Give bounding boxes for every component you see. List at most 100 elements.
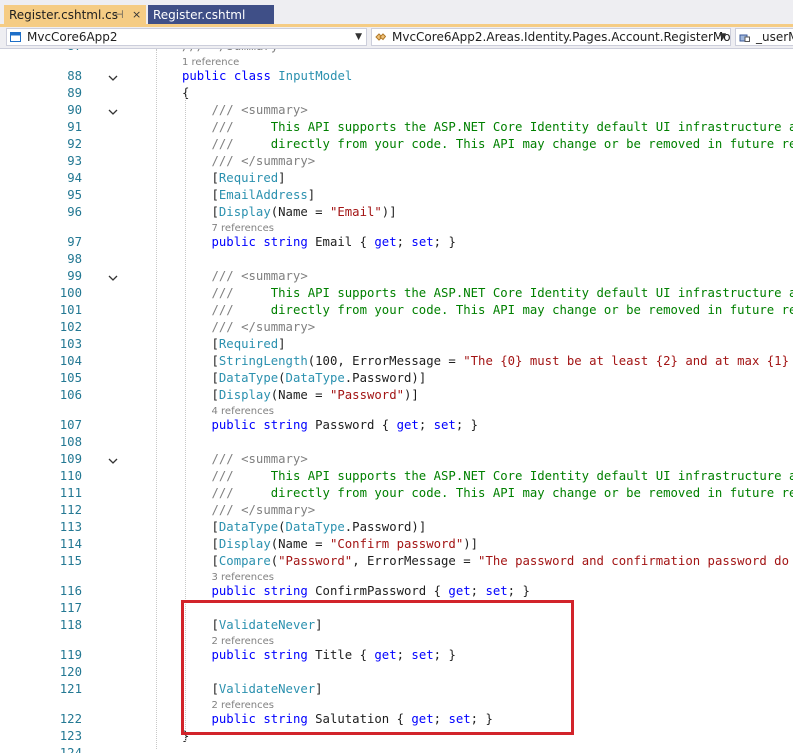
code-line: /// This API supports the ASP.NET Core I…	[212, 469, 793, 483]
code-line: /// This API supports the ASP.NET Core I…	[212, 120, 793, 134]
code-token: "Password"	[278, 554, 353, 568]
code-token: ]	[278, 171, 286, 185]
codelens-reference-count[interactable]: 1 reference	[182, 57, 239, 68]
code-token: ConfirmPassword {	[307, 584, 449, 598]
code-token: [	[211, 388, 219, 402]
codelens-reference-count[interactable]: 4 references	[212, 406, 275, 417]
member-name: _userMa	[756, 30, 793, 44]
line-number: 112	[59, 503, 82, 517]
navigation-bar: MvcCore6App2 ▼ MvcCore6App2.Areas.Identi…	[0, 27, 793, 49]
line-number: 110	[59, 469, 82, 483]
code-line: /// directly from your code. This API ma…	[212, 486, 793, 500]
code-token: Display	[218, 205, 271, 219]
line-number: 96	[67, 205, 82, 219]
code-token: directly from your code. This API may ch…	[233, 137, 793, 151]
code-token: [	[211, 520, 219, 534]
code-token: )]	[381, 205, 397, 219]
code-token: /// </summary>	[211, 503, 316, 517]
code-line: public string Email { get; set; }	[212, 235, 456, 249]
line-number: 124	[59, 746, 82, 753]
code-token: [	[211, 537, 219, 551]
fold-chevron-icon[interactable]	[108, 107, 118, 117]
code-token: (Name =	[270, 388, 330, 402]
code-token: string	[263, 235, 308, 249]
type-name: MvcCore6App2.Areas.Identity.Pages.Accoun…	[392, 30, 731, 44]
code-token: ///	[211, 469, 234, 483]
line-number: 102	[59, 320, 82, 334]
code-token: ;	[418, 418, 434, 432]
member-dropdown[interactable]: _userMa	[735, 28, 793, 46]
line-number: 119	[59, 648, 82, 662]
line-number: 98	[67, 252, 82, 266]
field-lock-icon	[739, 34, 750, 42]
code-token: public	[211, 235, 256, 249]
tab-register-cshtml[interactable]: Register.cshtml	[148, 5, 274, 26]
line-number: 120	[59, 665, 82, 679]
code-token: (100, ErrorMessage =	[307, 354, 464, 368]
code-line: [Required]	[212, 337, 286, 351]
tab-label: Register.cshtml.cs	[9, 8, 118, 22]
fold-chevron-icon[interactable]	[108, 73, 118, 83]
code-token: ///	[211, 286, 234, 300]
code-token: (	[278, 520, 286, 534]
code-token: string	[263, 418, 308, 432]
code-token: This API supports the ASP.NET Core Ident…	[270, 120, 793, 134]
line-number: 122	[59, 712, 82, 726]
line-number: 99	[67, 269, 82, 283]
fold-chevron-icon[interactable]	[108, 456, 118, 466]
code-line: [Display(Name = "Password")]	[212, 388, 419, 402]
code-token: /// </summary>	[211, 320, 316, 334]
codelens-reference-count[interactable]: 3 references	[212, 572, 275, 583]
line-number: 90	[67, 103, 82, 117]
code-token: /// <summary>	[211, 103, 308, 117]
code-token: Compare	[218, 554, 271, 568]
code-token: Email {	[307, 235, 375, 249]
code-token: ///	[211, 303, 234, 317]
code-token: public	[182, 69, 227, 83]
line-number: 114	[59, 537, 82, 551]
code-token: public	[211, 418, 256, 432]
code-line: /// directly from your code. This API ma…	[212, 137, 793, 151]
code-token: "Email"	[329, 205, 382, 219]
project-dropdown[interactable]: MvcCore6App2 ▼	[6, 28, 367, 46]
code-token: /// <summary>	[211, 452, 308, 466]
code-line: public class InputModel	[182, 69, 352, 83]
code-token: (	[278, 371, 286, 385]
code-token: Display	[218, 537, 271, 551]
project-name: MvcCore6App2	[27, 30, 118, 44]
code-line: /// </summary>	[182, 49, 286, 53]
code-token: string	[263, 584, 308, 598]
code-token: [	[211, 205, 219, 219]
code-token: set	[411, 235, 434, 249]
close-icon[interactable]: ×	[132, 5, 141, 25]
type-dropdown[interactable]: MvcCore6App2.Areas.Identity.Pages.Accoun…	[371, 28, 731, 46]
code-token: class	[233, 69, 271, 83]
code-line: /// <summary>	[212, 103, 308, 117]
code-line: /// <summary>	[212, 452, 308, 466]
fold-chevron-icon[interactable]	[108, 273, 118, 283]
pin-icon[interactable]: ⊣	[114, 5, 124, 25]
code-token: [	[211, 371, 219, 385]
tab-register-cshtml-cs[interactable]: Register.cshtml.cs ⊣ ×	[4, 5, 146, 26]
code-token: [	[211, 354, 219, 368]
line-number: 113	[59, 520, 82, 534]
line-number: 123	[59, 729, 82, 743]
class-icon	[375, 33, 386, 41]
code-token: DataType	[285, 371, 345, 385]
line-number: 92	[67, 137, 82, 151]
codelens-reference-count[interactable]: 7 references	[212, 223, 275, 234]
code-token: Display	[218, 388, 271, 402]
code-token: (Name =	[270, 205, 330, 219]
code-token: Required	[218, 337, 279, 351]
document-tab-bar: Register.cshtml.cs ⊣ × Register.cshtml	[0, 0, 793, 27]
code-token: .Password)]	[344, 520, 427, 534]
line-number: 111	[59, 486, 82, 500]
code-editor[interactable]: 87 /// </summary> 1 reference 88 public clas…	[0, 49, 793, 753]
code-token: StringLength	[218, 354, 308, 368]
code-token: directly from your code. This API may ch…	[233, 303, 793, 317]
code-token: [	[211, 171, 219, 185]
line-number: 95	[67, 188, 82, 202]
code-token: ; }	[507, 584, 530, 598]
code-token: Password {	[307, 418, 397, 432]
line-number: 104	[59, 354, 82, 368]
